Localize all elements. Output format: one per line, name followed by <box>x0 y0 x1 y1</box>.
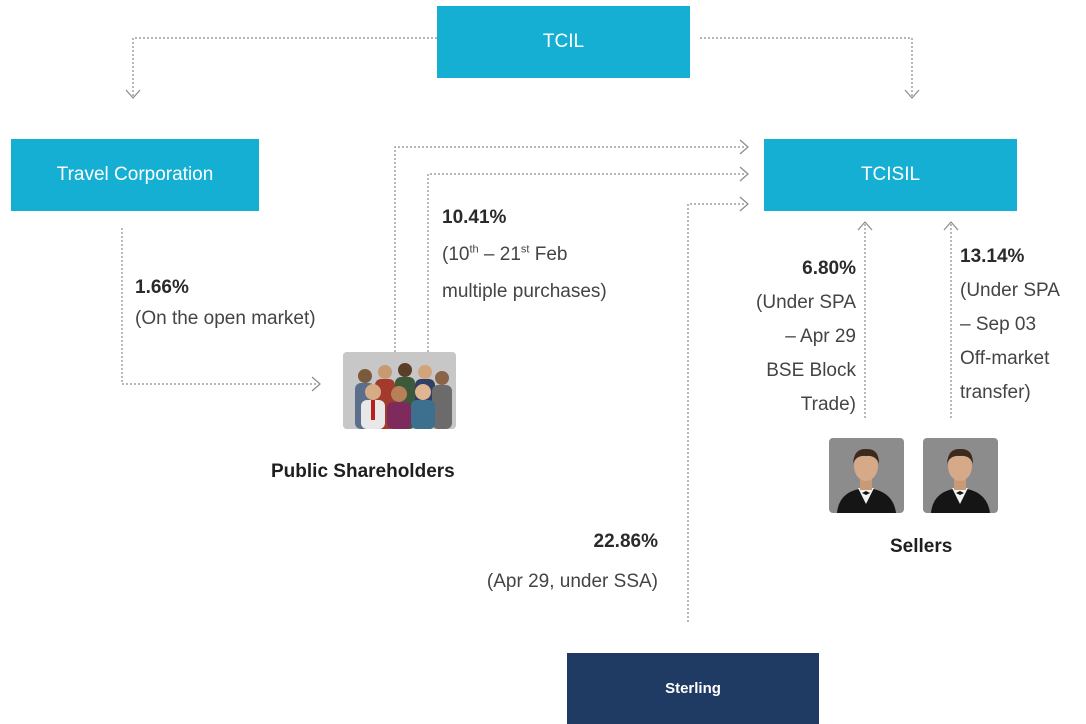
multiple-purchases-pct: 10.41% <box>442 207 507 228</box>
ssa-annotation: 22.86% (Apr 29, under SSA) <box>487 522 658 602</box>
connector-tcil-tcisil <box>700 37 913 96</box>
spa-apr-line3: BSE Block <box>766 360 856 381</box>
tcisil-box: TCISIL <box>764 139 1017 211</box>
spa-apr-line2: – Apr 29 <box>785 326 856 347</box>
spa-apr-line4: Trade) <box>800 394 856 415</box>
spa-apr-line1: (Under SPA <box>756 292 856 313</box>
open-market-annotation: 1.66% (On the open market) <box>135 272 316 334</box>
ssa-pct: 22.86% <box>593 531 658 552</box>
connector-lines <box>121 37 959 622</box>
public-shareholders-label: Public Shareholders <box>271 461 455 482</box>
businessman-icon <box>923 438 998 513</box>
sellers-label: Sellers <box>890 536 953 557</box>
spa-apr-pct: 6.80% <box>802 258 856 279</box>
multiple-purchases-dates: (10th – 21st Feb <box>442 243 568 265</box>
people-group-icon <box>343 352 456 429</box>
multiple-purchases-note: multiple purchases) <box>442 281 607 302</box>
connector-sterling-tcisil <box>687 203 746 622</box>
spa-sep-line1: (Under SPA <box>960 280 1060 301</box>
open-market-note: (On the open market) <box>135 308 316 329</box>
travel-corporation-label: Travel Corporation <box>56 164 214 185</box>
open-market-pct: 1.66% <box>135 277 189 298</box>
spa-sep-annotation: 13.14% (Under SPA – Sep 03 Off-market tr… <box>960 240 1060 410</box>
tcisil-label: TCISIL <box>860 164 921 185</box>
spa-sep-line2: – Sep 03 <box>960 314 1037 335</box>
ssa-note: (Apr 29, under SSA) <box>486 571 658 592</box>
businessman-icon <box>829 438 904 513</box>
multiple-purchases-annotation: 10.41% (10th – 21st Feb multiple purchas… <box>442 199 607 310</box>
connector-tcil-travel <box>132 37 437 96</box>
spa-sep-line3: Off-market <box>960 348 1050 369</box>
spa-apr-annotation: 6.80% (Under SPA – Apr 29 BSE Block Trad… <box>756 252 856 422</box>
travel-corporation-box: Travel Corporation <box>11 139 259 211</box>
spa-sep-pct: 13.14% <box>960 246 1025 267</box>
sterling-box: Sterling <box>567 653 819 724</box>
sterling-label: Sterling <box>665 680 721 697</box>
tcil-label: TCIL <box>542 31 585 52</box>
tcil-box: TCIL <box>437 6 690 78</box>
spa-sep-line4: transfer) <box>960 382 1031 403</box>
